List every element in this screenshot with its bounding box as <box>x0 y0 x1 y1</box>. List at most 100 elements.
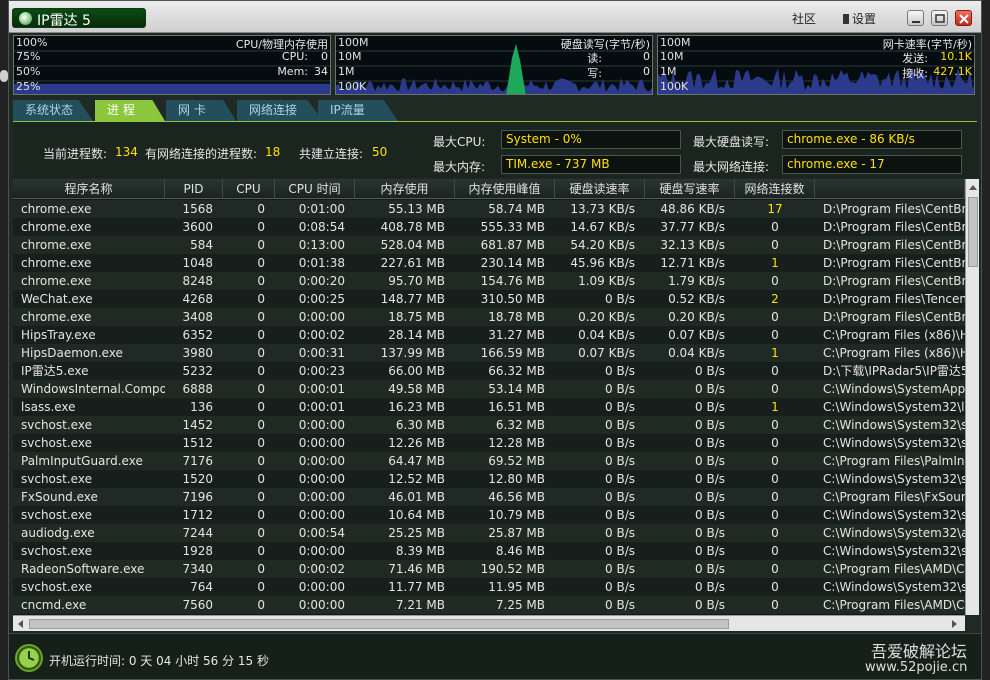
cell-path: D:\Program Files\CentBrow <box>823 274 965 288</box>
table-row[interactable]: audiodg.exe 7244 0 0:00:54 25.25 MB 25.87 MB 0… <box>13 524 965 542</box>
minimize-button[interactable] <box>907 10 924 26</box>
cell-name: WindowsInternal.Compo... <box>21 382 165 396</box>
cell-disk-read: 14.67 KB/s <box>570 220 635 234</box>
cell-disk-read: 0 B/s <box>605 382 635 396</box>
cpu-scale-75: 75% <box>16 50 41 63</box>
table-row[interactable]: svchost.exe 1712 0 0:00:00 10.64 MB 10.79 MB 0… <box>13 506 965 524</box>
table-row[interactable]: PalmInputGuard.exe 7176 0 0:00:00 64.47 MB 69… <box>13 452 965 470</box>
column-header-mem[interactable]: 内存使用 <box>355 179 455 199</box>
cell-name: chrome.exe <box>21 220 92 234</box>
tab-ip-traffic[interactable]: IP流量 <box>318 100 398 121</box>
table-row[interactable]: IP雷达5.exe 5232 0 0:00:23 66.00 MB 66.32 MB 0 B… <box>13 362 965 380</box>
cell-cpu: 0 <box>257 238 265 252</box>
cell-cpu: 0 <box>257 382 265 396</box>
cell-cpu: 0 <box>257 418 265 432</box>
column-header-mem-peak[interactable]: 内存使用峰值 <box>455 179 555 199</box>
table-row[interactable]: RadeonSoftware.exe 7340 0 0:00:02 71.46 MB 19… <box>13 560 965 578</box>
cell-cpu-time: 0:00:00 <box>298 454 345 468</box>
table-row[interactable]: chrome.exe 1048 0 0:01:38 227.61 MB 230.14 MB… <box>13 254 965 272</box>
max-net-field: chrome.exe - 17 <box>782 155 962 174</box>
cell-cpu-time: 0:00:00 <box>298 472 345 486</box>
maximize-button[interactable] <box>931 10 948 26</box>
column-header-name[interactable]: 程序名称 <box>13 179 165 199</box>
table-row[interactable]: FxSound.exe 7196 0 0:00:00 46.01 MB 46.56 MB 0… <box>13 488 965 506</box>
net-send-value: 10.1K <box>940 50 972 63</box>
close-button[interactable] <box>955 10 972 26</box>
tab-processes[interactable]: 进 程 <box>95 100 165 121</box>
cell-name: svchost.exe <box>21 544 92 558</box>
column-header-cpu-time[interactable]: CPU 时间 <box>275 179 355 199</box>
cell-mem-peak: 46.56 MB <box>488 490 545 504</box>
table-row[interactable]: svchost.exe 1520 0 0:00:00 12.52 MB 12.80 MB 0… <box>13 470 965 488</box>
disk-write-value: 0 <box>643 65 650 78</box>
table-row[interactable]: chrome.exe 3600 0 0:08:54 408.78 MB 555.33 MB… <box>13 218 965 236</box>
cell-mem: 49.58 MB <box>388 382 445 396</box>
cell-path: D:\Program Files\Tencent\ <box>823 292 965 306</box>
disk-activity-spike <box>506 44 526 94</box>
disk-write-label: 写: <box>587 67 602 80</box>
table-row[interactable]: svchost.exe 764 0 0:00:00 11.77 MB 11.95 MB 0 … <box>13 578 965 596</box>
cell-disk-write: 0.04 KB/s <box>668 346 725 360</box>
column-header-disk-read[interactable]: 硬盘读速率 <box>555 179 645 199</box>
disk-io-graph: 100M 10M 1M 100K 硬盘读写(字节/秒) 读: 0 写: 0 <box>335 35 653 95</box>
vertical-scroll-thumb[interactable] <box>968 197 978 267</box>
cpu-scale-100: 100% <box>16 36 48 49</box>
table-row[interactable]: WeChat.exe 4268 0 0:00:25 148.77 MB 310.50 MB… <box>13 290 965 308</box>
community-link[interactable]: 社区 <box>792 10 816 27</box>
cell-mem-peak: 154.76 MB <box>480 274 545 288</box>
table-row[interactable]: HipsTray.exe 6352 0 0:00:02 28.14 MB 31.27 MB… <box>13 326 965 344</box>
table-row[interactable]: cncmd.exe 7560 0 0:00:00 7.21 MB 7.25 MB 0 B/s… <box>13 596 965 614</box>
table-row[interactable]: chrome.exe 584 0 0:13:00 528.04 MB 681.87 MB 5… <box>13 236 965 254</box>
cell-disk-read: 0.07 KB/s <box>578 346 635 360</box>
column-header-connections[interactable]: 网络连接数 <box>735 179 815 199</box>
max-net-label: 最大网络连接: <box>693 160 770 174</box>
cell-disk-write: 0 B/s <box>695 508 725 522</box>
table-row[interactable]: svchost.exe 1512 0 0:00:00 12.26 MB 12.28 MB 0… <box>13 434 965 452</box>
scroll-up-arrow-icon[interactable] <box>968 183 978 191</box>
settings-link[interactable]: 设置 <box>843 10 876 27</box>
column-header-pid[interactable]: PID <box>165 179 223 199</box>
tab-network-adapter[interactable]: 网 卡 <box>166 100 236 121</box>
scroll-right-arrow-icon[interactable] <box>951 619 959 629</box>
title-bar[interactable]: IP雷达 5 社区 设置 <box>9 1 981 33</box>
cell-name: chrome.exe <box>21 310 92 324</box>
cell-cpu: 0 <box>257 544 265 558</box>
cell-connections: 0 <box>771 490 779 504</box>
table-row[interactable]: lsass.exe 136 0 0:00:01 16.23 MB 16.51 MB 0 B/… <box>13 398 965 416</box>
table-row[interactable]: chrome.exe 1568 0 0:01:00 55.13 MB 58.74 MB 13… <box>13 200 965 218</box>
cell-cpu-time: 0:00:00 <box>298 436 345 450</box>
cell-pid: 1512 <box>182 436 213 450</box>
table-row[interactable]: svchost.exe 1452 0 0:00:00 6.30 MB 6.32 MB 0 B… <box>13 416 965 434</box>
cell-cpu-time: 0:00:20 <box>298 274 345 288</box>
table-row[interactable]: chrome.exe 3408 0 0:00:00 18.75 MB 18.78 MB 0.… <box>13 308 965 326</box>
cell-path: C:\Program Files (x86)\Huo <box>823 346 965 360</box>
cell-pid: 3600 <box>182 220 213 234</box>
cell-pid: 1928 <box>182 544 213 558</box>
cell-cpu-time: 0:01:38 <box>298 256 345 270</box>
cell-path: C:\Windows\System32\svc <box>823 472 965 486</box>
cell-name: chrome.exe <box>21 256 92 270</box>
cell-mem: 66.00 MB <box>388 364 445 378</box>
cell-connections: 0 <box>771 418 779 432</box>
cell-connections: 0 <box>771 274 779 288</box>
horizontal-scroll-thumb[interactable] <box>29 619 729 629</box>
cell-cpu-time: 0:00:00 <box>298 508 345 522</box>
table-row[interactable]: WindowsInternal.Compo... 6888 0 0:00:01 49.5… <box>13 380 965 398</box>
column-header-path[interactable] <box>815 179 965 199</box>
tab-system-status[interactable]: 系统状态 <box>13 100 93 121</box>
table-row[interactable]: chrome.exe 8248 0 0:00:20 95.70 MB 154.76 MB 1… <box>13 272 965 290</box>
column-header-disk-write[interactable]: 硬盘写速率 <box>645 179 735 199</box>
connections-label: 共建立连接: <box>299 147 364 161</box>
table-row[interactable]: HipsDaemon.exe 3980 0 0:00:31 137.99 MB 166.5… <box>13 344 965 362</box>
cell-mem: 12.26 MB <box>388 436 445 450</box>
cell-connections: 0 <box>771 454 779 468</box>
cell-mem-peak: 18.78 MB <box>488 310 545 324</box>
tab-network-connections[interactable]: 网络连接 <box>237 100 323 121</box>
cell-path: D:\下载\IPRadar5\IP雷达5. <box>823 364 965 378</box>
cell-name: lsass.exe <box>21 400 76 414</box>
column-header-cpu[interactable]: CPU <box>223 179 275 199</box>
table-row[interactable]: svchost.exe 1928 0 0:00:00 8.39 MB 8.46 MB 0 B… <box>13 542 965 560</box>
scroll-left-arrow-icon[interactable] <box>16 619 24 629</box>
horizontal-scrollbar[interactable] <box>13 615 965 631</box>
vertical-scrollbar[interactable] <box>965 179 979 615</box>
